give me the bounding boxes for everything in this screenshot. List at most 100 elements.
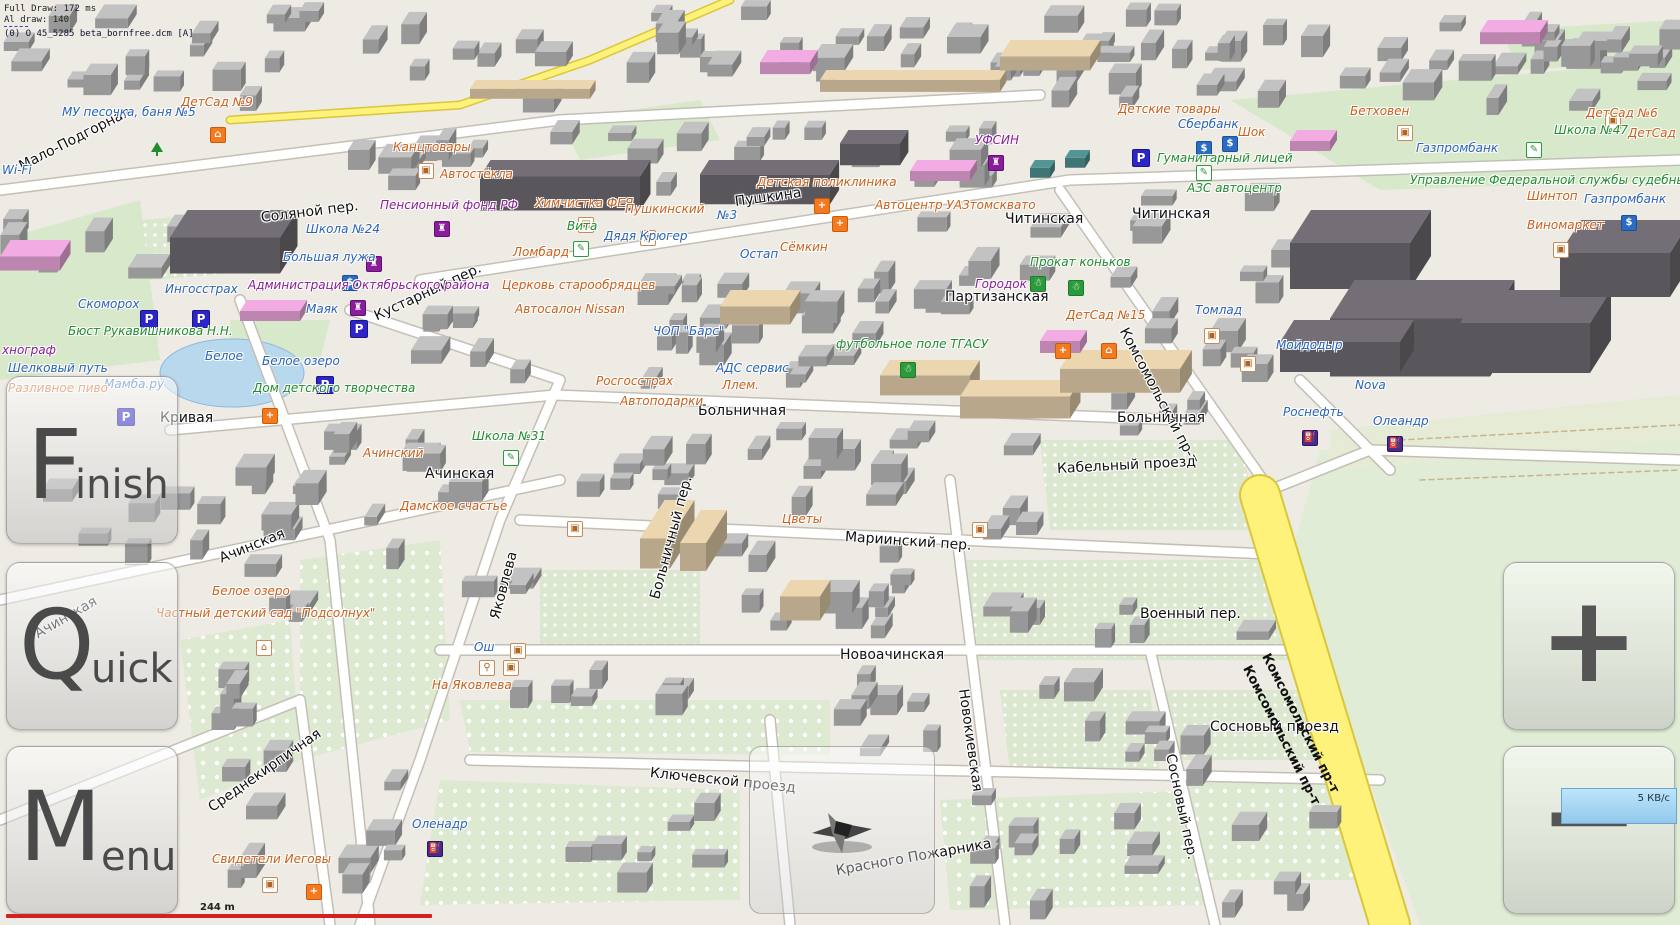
poi-label: Детская поликлиника <box>757 175 897 189</box>
poi-label: Ачинский <box>363 446 424 460</box>
medical-icon[interactable]: + <box>1055 343 1071 359</box>
poi-label: Олеандр <box>1373 414 1429 428</box>
medical-icon[interactable]: + <box>306 884 322 900</box>
vehicle-marker-icon <box>812 813 872 853</box>
menu-button-initial: M <box>19 771 102 883</box>
poi-label: Гуманитарный лицей <box>1157 151 1293 165</box>
fuel-icon[interactable]: ⛽ <box>427 841 443 857</box>
poi-label: ДетСад <box>1628 126 1676 140</box>
government-icon[interactable]: ♜ <box>434 221 450 237</box>
poi-label: Росгосстрах <box>596 374 674 388</box>
poi-label: Свидетели Иеговы <box>212 852 332 866</box>
quick-button[interactable]: Q uick <box>6 562 178 730</box>
bank-icon[interactable]: $ <box>1621 215 1637 231</box>
poi-label: Городок <box>975 277 1027 291</box>
poi-label: Ллем. <box>722 378 759 392</box>
kindergarten-icon[interactable]: ⌂ <box>256 640 272 656</box>
shop-icon[interactable]: ▣ <box>503 660 519 676</box>
education-icon[interactable]: ✎ <box>573 241 589 257</box>
poi-label: Виномаркет <box>1527 218 1604 232</box>
medical-icon[interactable]: + <box>262 408 278 424</box>
street-label: Ачинская <box>425 466 495 482</box>
medical-icon[interactable]: + <box>814 198 830 214</box>
zoom-out-button[interactable]: − <box>1503 746 1675 914</box>
position-button[interactable] <box>749 746 935 914</box>
shop-icon[interactable]: ▣ <box>567 521 583 537</box>
poi-label: Шинтоп <box>1527 189 1578 203</box>
poi-label: Бетховен <box>1350 104 1410 118</box>
quick-button-initial: Q <box>19 589 95 701</box>
government-icon[interactable]: ♜ <box>350 300 366 316</box>
shop-icon[interactable]: ▣ <box>972 522 988 538</box>
poi-label: Оленадр <box>412 817 468 831</box>
finish-button-initial: F <box>27 409 83 521</box>
shop-icon[interactable]: ▣ <box>262 877 278 893</box>
fuel-icon[interactable]: ⛽ <box>1387 436 1403 452</box>
poi-label: ДетСад №6 <box>1586 106 1658 120</box>
street-label: Больничная <box>698 403 787 419</box>
poi-label: Автосалон Nissan <box>515 302 626 316</box>
education-icon[interactable]: ✎ <box>503 450 519 466</box>
kindergarten-icon[interactable]: ⌂ <box>210 127 226 143</box>
poi-label: Мойдодыр <box>1276 338 1343 352</box>
poi-label: Частный детский сад "Подсолнух" <box>156 606 376 620</box>
street-label: Военный пер. <box>1140 606 1241 622</box>
street-label: Новоачинская <box>840 647 945 663</box>
poi-label: Томлад <box>1195 303 1243 317</box>
data-speed-indicator: 5 КВ/с <box>1561 788 1677 824</box>
poi-label: Автоподарки <box>620 394 704 408</box>
zoom-in-button[interactable]: + <box>1503 562 1675 730</box>
shop-icon[interactable]: ▣ <box>510 643 526 659</box>
poi-label: УФСИН <box>975 133 1020 147</box>
full-draw-time: Full Draw: 172 ms <box>4 4 97 14</box>
poi-label: Газпромбанк <box>1584 192 1667 206</box>
sport-icon[interactable]: ☃ <box>900 362 916 378</box>
poi-label: Газпромбанк <box>1416 141 1499 155</box>
poi-label: Автостёкла <box>440 167 513 181</box>
poi-label: АДС сервис <box>716 361 789 375</box>
finish-button[interactable]: F inish <box>6 376 178 544</box>
education-icon[interactable]: ✎ <box>1196 165 1212 181</box>
poi-label: Nova <box>1355 378 1386 392</box>
poi-label: Вита <box>567 219 598 233</box>
poi-label: Ингосстрах <box>165 282 238 296</box>
plus-icon: + <box>1538 571 1640 710</box>
poi-label: Ломбард <box>513 245 570 259</box>
cafe-icon[interactable]: ⚲ <box>479 660 495 676</box>
street-label: Читинская <box>1005 211 1084 227</box>
parking-icon[interactable]: P <box>1132 149 1150 167</box>
al-draw-time: Al draw: 140 <box>4 15 70 25</box>
sport-icon[interactable]: ☃ <box>1068 280 1084 296</box>
poi-label: Школа №31 <box>472 429 547 443</box>
poi-label: Дамское счастье <box>400 499 508 513</box>
shop-icon[interactable]: ▣ <box>1397 125 1413 141</box>
poi-label: МУ песочка, баня №5 <box>62 105 196 119</box>
poi-label: №3 <box>717 208 738 222</box>
poi-label: Детские товары <box>1118 102 1221 116</box>
poi-label: футбольное поле ТГАСУ <box>836 337 989 351</box>
medical-icon[interactable]: + <box>832 216 848 232</box>
shop-icon[interactable]: ▣ <box>1553 242 1569 258</box>
parking-icon[interactable]: P <box>350 320 368 338</box>
shop-icon[interactable]: ▣ <box>1240 356 1256 372</box>
poi-label: Маяк <box>306 302 339 316</box>
poi-label: Цветы <box>782 512 823 526</box>
poi-label: Школа №47 <box>1554 123 1629 137</box>
fuel-icon[interactable]: ⛽ <box>1302 430 1318 446</box>
poi-label: Wi-Fi <box>2 163 32 177</box>
bank-icon[interactable]: $ <box>1222 136 1238 152</box>
poi-label: Автоцентр УАЗтомсквато <box>875 198 1036 212</box>
menu-button[interactable]: M enu <box>6 746 178 914</box>
street-label: Партизанская <box>945 289 1049 305</box>
poi-label: Сёмкин <box>780 240 828 254</box>
finish-button-label: inish <box>75 462 169 508</box>
education-icon[interactable]: ✎ <box>1526 142 1542 158</box>
kindergarten-icon[interactable]: ⌂ <box>1101 343 1117 359</box>
government-icon[interactable]: ♜ <box>988 155 1004 171</box>
scale-bar <box>6 914 432 918</box>
shop-icon[interactable]: ▣ <box>418 163 434 179</box>
poi-label: Бюст Рукавишникова Н.Н. <box>68 324 233 338</box>
poi-label: Ош <box>474 640 495 654</box>
poi-label: Управление Федеральной службы судебных <box>1410 173 1680 187</box>
shop-icon[interactable]: ▣ <box>1204 328 1220 344</box>
